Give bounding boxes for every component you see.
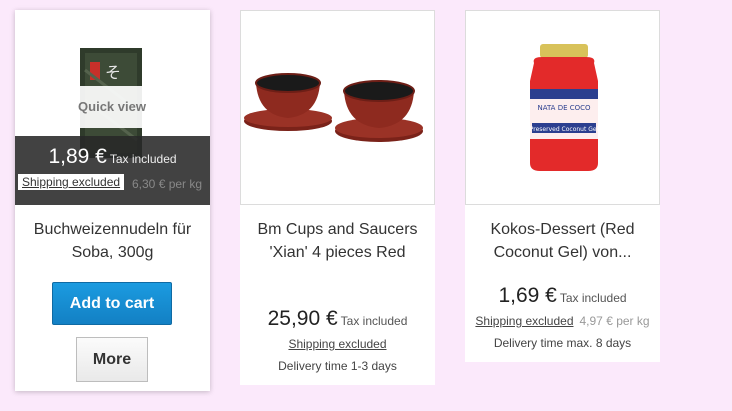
cups-saucers-image	[244, 73, 423, 142]
product-name[interactable]: Bm Cups and Saucers 'Xian' 4 pieces Red	[248, 218, 427, 264]
product-card-cups[interactable]: Bm Cups and Saucers 'Xian' 4 pieces Red …	[240, 10, 435, 385]
tax-label: Tax included	[109, 152, 177, 166]
coconut-gel-jar-image: NATA DE COCO Preserved Coconut Gel	[530, 44, 599, 171]
product-image[interactable]	[240, 10, 435, 205]
product-image[interactable]: そ Quick view 1,89 € Tax included Shipping…	[15, 10, 210, 205]
more-button[interactable]: More	[76, 337, 148, 382]
product-card-soba[interactable]: そ Quick view 1,89 € Tax included Shipping…	[15, 10, 210, 391]
shipping-link[interactable]: Shipping excluded	[18, 174, 125, 190]
delivery-time: Delivery time max. 8 days	[493, 336, 632, 350]
product-name[interactable]: Buchweizennudeln für Soba, 300g	[23, 218, 202, 264]
jar-label-bottom: Preserved Coconut Gel	[530, 126, 599, 133]
shipping-link[interactable]: Shipping excluded	[475, 314, 573, 328]
product-image[interactable]: NATA DE COCO Preserved Coconut Gel	[465, 10, 660, 205]
unit-price: 4,97 € per kg	[579, 314, 650, 328]
jar-label-top: NATA DE COCO	[537, 104, 591, 112]
shipping-link[interactable]: Shipping excluded	[288, 337, 386, 351]
product-card-coconut-gel[interactable]: NATA DE COCO Preserved Coconut Gel Kokos…	[465, 10, 660, 362]
price-overlay: 1,89 € Tax included Shipping excluded 6,3…	[15, 136, 210, 205]
tax-label: Tax included	[559, 291, 627, 305]
product-name[interactable]: Kokos-Dessert (Red Coconut Gel) von...	[473, 218, 652, 264]
unit-price: 6,30 € per kg	[132, 177, 203, 191]
quick-view-button[interactable]: Quick view	[59, 86, 165, 128]
delivery-time: Delivery time 1-3 days	[278, 359, 397, 373]
add-to-cart-button[interactable]: Add to cart	[52, 282, 172, 325]
svg-text:そ: そ	[105, 63, 121, 82]
product-price: 1,89 €	[48, 145, 107, 168]
product-price: 25,90 €	[267, 307, 338, 330]
product-price: 1,69 €	[498, 284, 557, 307]
tax-label: Tax included	[340, 314, 408, 328]
